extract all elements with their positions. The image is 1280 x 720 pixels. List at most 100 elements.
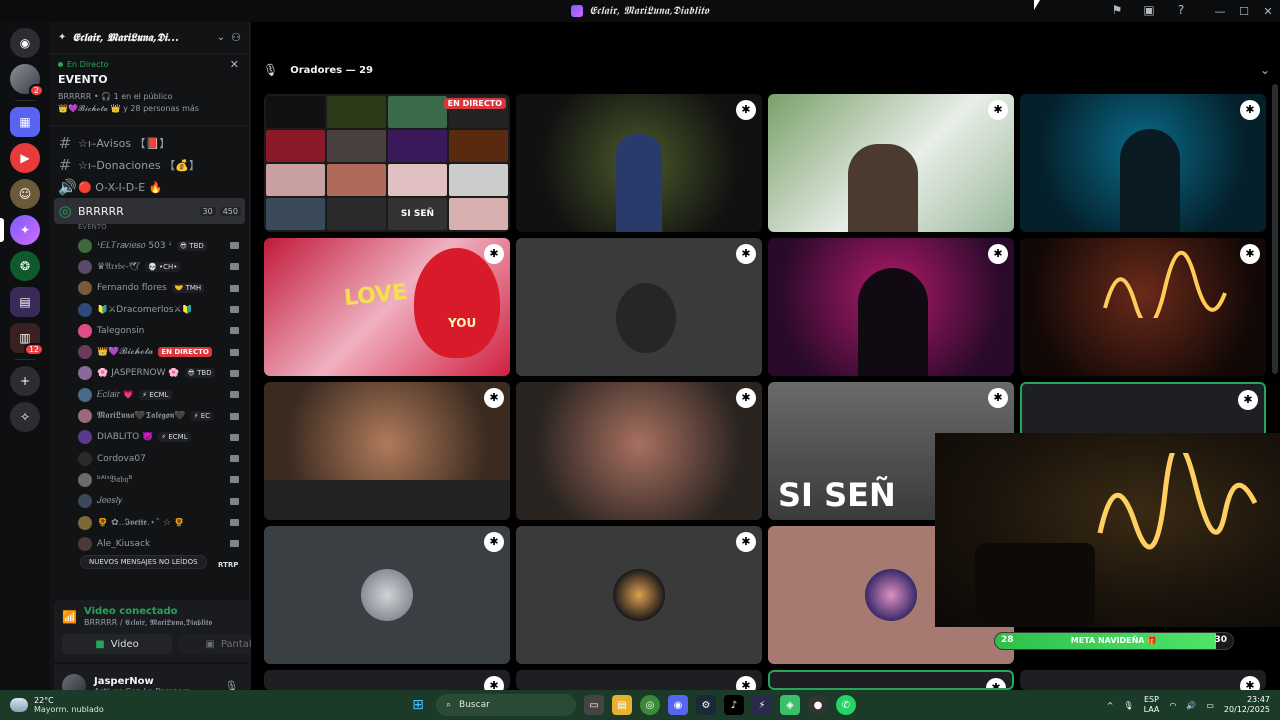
video-tile-partial[interactable]: ✱	[1020, 670, 1266, 690]
discord-icon[interactable]: ◉	[668, 695, 688, 715]
channel-oxide[interactable]: 🔊 🔴 O-X-I-D-E 🔥	[50, 176, 249, 198]
pin-icon[interactable]: ✱	[736, 244, 756, 264]
microphone-icon[interactable]: 🎙	[1123, 701, 1133, 710]
server-folder-purple[interactable]: ▤	[10, 287, 40, 317]
voice-user[interactable]: ♛𝔄𝔯𝔵𝔟𝔢-🕊 💀 •CH•	[50, 256, 249, 277]
voice-user[interactable]: 🔰⚔Dracomerlos⚔🔰	[50, 299, 249, 320]
voice-user[interactable]: Fernando flores 🤝 TMH	[50, 278, 249, 299]
video-tile-partial[interactable]: ✱	[516, 670, 762, 690]
video-tile-partial[interactable]: ✱	[264, 670, 510, 690]
clock[interactable]: 23:47 20/12/2025	[1224, 695, 1270, 715]
voice-user[interactable]: 𝐸𝑐𝑙𝑎𝑖𝑟 💗 ⚡ ECML	[50, 384, 249, 405]
video-tile-9[interactable]: ✱	[264, 382, 510, 520]
pin-icon[interactable]: ✱	[986, 678, 1006, 688]
voice-user[interactable]: Talegonsin	[50, 320, 249, 341]
avatar-tile-1[interactable]: ✱	[264, 526, 510, 664]
inbox-icon[interactable]: ⚑	[1110, 3, 1124, 17]
obs-icon[interactable]: ●	[808, 695, 828, 715]
voice-user[interactable]: 🌻 ✿..𝕴𝖛𝖊𝖙𝖙𝖊.⋆˚ ☆ 🌻	[50, 512, 249, 533]
maximize-button[interactable]: ☐	[1232, 5, 1256, 18]
minimize-button[interactable]: —	[1208, 5, 1232, 18]
pin-icon[interactable]: ✱	[736, 532, 756, 552]
whatsapp-icon[interactable]: ✆	[836, 695, 856, 715]
pin-icon[interactable]: ✱	[988, 100, 1008, 120]
server-folder-red[interactable]: ▥ 12	[10, 323, 44, 356]
pin-icon[interactable]: ✱	[484, 532, 504, 552]
language-indicator[interactable]: ESP LAA	[1144, 695, 1160, 715]
add-server-icon[interactable]: +	[10, 366, 40, 396]
event-participants: 👑💜𝓑𝓲𝓬𝓱𝓸𝓽𝓪 👑 y 28 personas más	[58, 104, 199, 113]
pin-icon[interactable]: ✱	[736, 676, 756, 690]
pin-icon[interactable]: ✱	[1240, 676, 1260, 690]
server-icon-red[interactable]: ▶	[10, 143, 40, 173]
video-tile-8[interactable]: ✱	[1020, 238, 1266, 376]
chevron-up-icon[interactable]: ^	[1107, 701, 1114, 710]
user-avatar-icon[interactable]: 2	[10, 64, 44, 97]
pin-icon[interactable]: ✱	[484, 676, 504, 690]
voice-user[interactable]: Cordova07	[50, 448, 249, 469]
server-folder-icon[interactable]: ▦	[10, 107, 40, 137]
signal-icon[interactable]: 📶	[62, 610, 77, 624]
scrollbar[interactable]	[1272, 84, 1278, 374]
pin-icon[interactable]: ✱	[484, 244, 504, 264]
voice-user[interactable]: 👑💜𝓑𝓲𝓬𝓱𝓸𝓽𝓪 EN DIRECTO	[50, 341, 249, 362]
guild-header[interactable]: ✦ 𝕰𝖈𝖑𝖆𝖎𝖗, 𝕸𝖆𝖗𝖎𝕷𝖚𝖓𝖆,𝕯𝖎... ⌄ ⚇	[50, 22, 249, 54]
channel-donaciones[interactable]: # ☆ı–Donaciones 【💰】	[50, 154, 249, 176]
pin-icon[interactable]: ✱	[988, 388, 1008, 408]
weather-widget[interactable]: 22°C Mayorm. nublado	[0, 696, 200, 714]
pin-icon[interactable]: ✱	[484, 388, 504, 408]
video-tile-6[interactable]: ✱	[516, 238, 762, 376]
app-icon[interactable]: ⚡	[752, 695, 772, 715]
windows-start-icon[interactable]: ⊞	[408, 695, 428, 715]
close-button[interactable]: ✕	[1256, 5, 1280, 18]
chevron-down-icon[interactable]: ⌄	[1260, 63, 1270, 77]
task-view-icon[interactable]: ▭	[584, 695, 604, 715]
voice-user[interactable]: 𝕸𝖆𝖗𝖎𝕷𝖚𝖓𝖆🖤𝕿𝖆𝖑𝖊𝖌𝖔𝖓🖤 ⚡ EC	[50, 405, 249, 426]
pin-icon[interactable]: ✱	[1238, 390, 1258, 410]
pin-icon[interactable]: ✱	[736, 388, 756, 408]
pin-icon[interactable]: ✱	[988, 244, 1008, 264]
video-tile-3[interactable]: ✱	[768, 94, 1014, 232]
video-tile-7[interactable]: ✱	[768, 238, 1014, 376]
pin-icon[interactable]: ✱	[736, 100, 756, 120]
channel-avisos[interactable]: # ☆ı–Avisos 【📕】	[50, 132, 249, 154]
video-tile-10[interactable]: ✱	[516, 382, 762, 520]
video-button[interactable]: ■ Video	[62, 634, 172, 654]
volume-icon[interactable]: 🔊	[1186, 701, 1196, 710]
chevron-down-icon[interactable]: ⌄	[217, 32, 225, 43]
event-card[interactable]: En Directo EVENTO BRRRRR • 🎧 1 en el púb…	[50, 54, 249, 126]
server-icon-green[interactable]: ❂	[10, 251, 40, 281]
pin-icon[interactable]: ✱	[1240, 100, 1260, 120]
discover-icon[interactable]: ✧	[10, 402, 40, 432]
screen-icon[interactable]: ▣	[1142, 3, 1156, 17]
wifi-icon[interactable]: ◠	[1169, 701, 1176, 710]
pin-icon[interactable]: ✱	[1240, 244, 1260, 264]
voice-user[interactable]: ᵇᴬᴵˢ𝔅𝔞𝔟𝔶ᴮ	[50, 469, 249, 490]
discord-home-icon[interactable]: ◉	[10, 28, 40, 58]
avatar-tile-2[interactable]: ✱	[516, 526, 762, 664]
server-icon-face[interactable]: ☺	[10, 179, 40, 209]
video-tile-4[interactable]: ✱	[1020, 94, 1266, 232]
close-icon[interactable]: ✕	[230, 58, 239, 71]
voice-user[interactable]: 𝐽𝑒𝑒𝑠𝑙𝑦	[50, 491, 249, 512]
new-messages-pill[interactable]: NUEVOS MENSAJES NO LEÍDOS	[80, 555, 207, 569]
chrome-icon[interactable]: ◎	[640, 695, 660, 715]
video-tile-partial[interactable]: ✱	[768, 670, 1014, 690]
voice-channel-brrrrr[interactable]: ◎ BRRRRR 30 450	[54, 198, 245, 224]
app-green-icon[interactable]: ◈	[780, 695, 800, 715]
server-icon-selected[interactable]: ✦	[0, 215, 40, 245]
video-tile-5[interactable]: LOVE YOU ✱	[264, 238, 510, 376]
steam-icon[interactable]: ⚙	[696, 695, 716, 715]
file-explorer-icon[interactable]: ▤	[612, 695, 632, 715]
video-tile-screenshare-grid[interactable]: SI SEÑ EN DIRECTO	[264, 94, 510, 232]
tiktok-icon[interactable]: ♪	[724, 695, 744, 715]
video-tile-2[interactable]: ✱	[516, 94, 762, 232]
battery-icon[interactable]: ▭	[1206, 701, 1214, 710]
help-icon[interactable]: ?	[1174, 3, 1188, 17]
voice-user[interactable]: 🌸 JASPERNOW 🌸 😎 TBD	[50, 363, 249, 384]
voice-user[interactable]: ꜜ𝐸𝐿𝑇𝑟𝑎𝑣𝑖𝑒𝑠𝑜 503 ꜜ 😎 TBD	[50, 235, 249, 256]
voice-user[interactable]: Ale_Kiusack	[50, 533, 249, 554]
add-member-icon[interactable]: ⚇	[231, 31, 241, 44]
voice-user[interactable]: DIABLITO 👿 ⚡ ECML	[50, 427, 249, 448]
search-box[interactable]: ⌕ Buscar	[436, 694, 576, 716]
